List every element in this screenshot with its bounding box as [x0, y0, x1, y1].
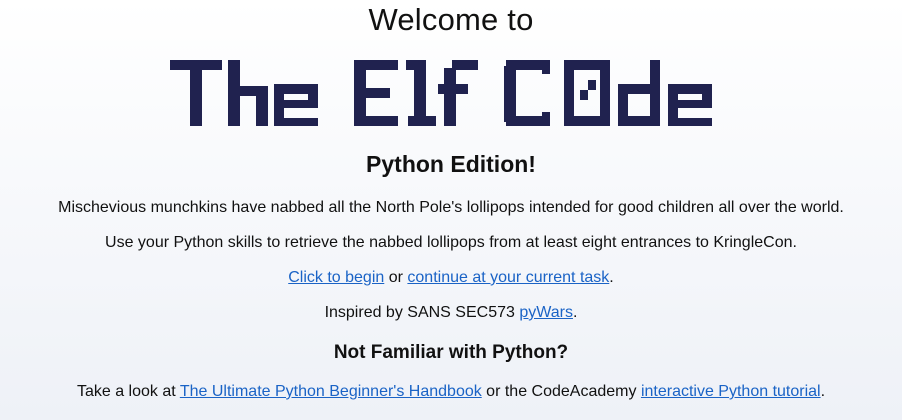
- handbook-link[interactable]: The Ultimate Python Beginner's Handbook: [180, 383, 482, 400]
- inspired-text: Inspired by SANS SEC573: [324, 304, 520, 321]
- elf-code-logo: [170, 60, 712, 126]
- python-help-heading: Not Familiar with Python?: [333, 342, 569, 363]
- edition-subtitle: Python Edition!: [366, 151, 536, 177]
- click-to-begin-link[interactable]: Click to begin: [288, 269, 384, 286]
- intro-line-2: Use your Python skills to retrieve the n…: [105, 234, 797, 251]
- python-tutorial-link[interactable]: interactive Python tutorial: [641, 383, 821, 400]
- welcome-heading: Welcome to: [368, 2, 534, 37]
- intro-line-1: Mischevious munchkins have nabbed all th…: [58, 199, 844, 216]
- or-text: or: [384, 269, 408, 286]
- help-prefix: Take a look at: [76, 383, 180, 400]
- action-line: Click to begin or continue at your curre…: [0, 267, 902, 289]
- action-period: .: [609, 269, 614, 286]
- help-middle: or the CodeAcademy: [481, 383, 641, 400]
- pywars-link[interactable]: pyWars: [519, 304, 573, 321]
- continue-task-link[interactable]: continue at your current task: [407, 269, 609, 286]
- inspired-period: .: [572, 304, 578, 321]
- help-line: Take a look at The Ultimate Python Begin…: [0, 381, 902, 403]
- help-period: .: [820, 383, 826, 400]
- inspired-line: Inspired by SANS SEC573 pyWars.: [0, 302, 902, 324]
